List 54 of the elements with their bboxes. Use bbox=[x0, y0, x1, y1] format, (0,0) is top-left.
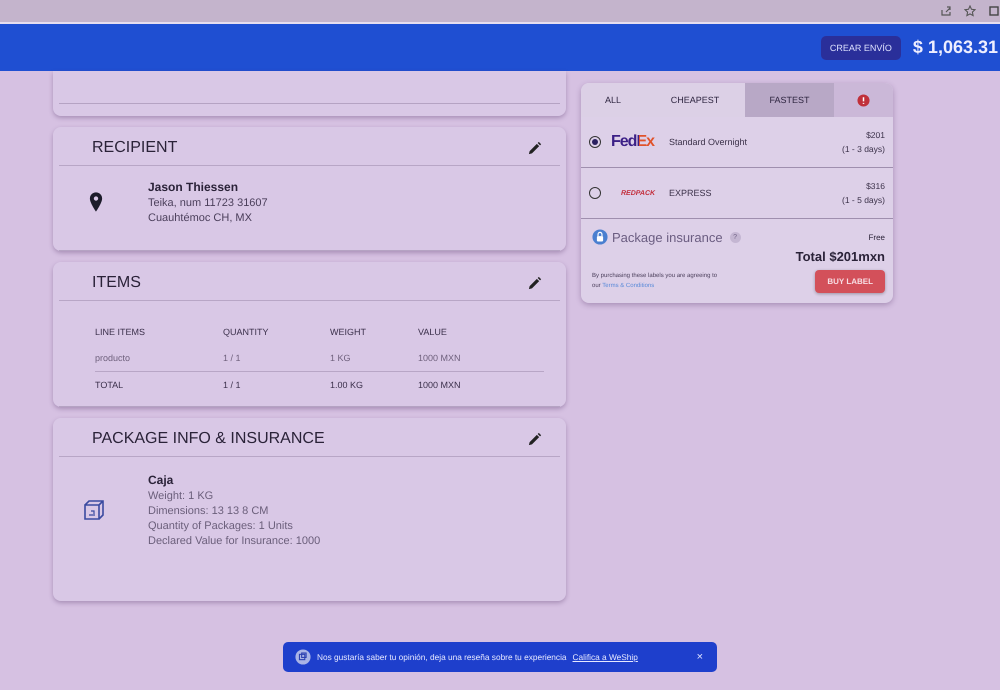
package-detail: Declared Value for Insurance: 1000 bbox=[148, 535, 320, 547]
recipient-name: Jason Thiessen bbox=[148, 180, 240, 194]
toast-message: Nos gustaría saber tu opinión, deja una reseña sobre tu experiencia bbox=[317, 652, 567, 662]
filter-tab[interactable]: FASTEST bbox=[745, 83, 834, 117]
star-icon[interactable] bbox=[964, 5, 976, 17]
chat-icon bbox=[295, 649, 311, 665]
rate-price: $201 bbox=[866, 130, 885, 140]
package-detail: Quantity of Packages: 1 Units bbox=[148, 520, 294, 532]
total-price: Total $201mxn bbox=[796, 249, 885, 264]
table-cell-text: 1 / 1 bbox=[223, 380, 242, 390]
insurance-label: Package insurance bbox=[612, 230, 723, 244]
column-header: LINE ITEMS bbox=[95, 327, 146, 337]
card-title: ITEMS bbox=[92, 274, 141, 292]
filter-tab[interactable]: CHEAPEST bbox=[645, 83, 745, 117]
radio-button[interactable] bbox=[589, 136, 601, 148]
table-cell-text: TOTAL bbox=[95, 380, 124, 390]
radio-button[interactable] bbox=[589, 187, 601, 199]
column-header: QUANTITY bbox=[223, 327, 270, 337]
column-header: VALUE bbox=[418, 327, 448, 337]
service-name: Standard Overnight bbox=[669, 137, 748, 147]
edit-icon[interactable] bbox=[527, 276, 542, 290]
close-button[interactable]: × bbox=[692, 651, 707, 663]
square-icon[interactable] bbox=[988, 5, 1000, 17]
location-pin-icon bbox=[89, 192, 103, 212]
alert-icon[interactable] bbox=[857, 94, 870, 106]
delivery-days: (1 - 5 days) bbox=[842, 195, 885, 205]
package-detail: Weight: 1 KG bbox=[148, 490, 214, 502]
address-line: Cuauhtémoc CH, MX bbox=[148, 212, 253, 224]
edit-icon[interactable] bbox=[527, 432, 542, 446]
table-cell-text: 1 KG bbox=[330, 353, 352, 363]
package-detail: Dimensions: 13 13 8 CM bbox=[148, 505, 270, 517]
delivery-days: (1 - 3 days) bbox=[842, 144, 885, 154]
table-cell-text: 1000 MXN bbox=[418, 353, 462, 363]
share-icon[interactable] bbox=[940, 5, 952, 17]
lock-icon bbox=[592, 229, 608, 245]
column-header: WEIGHT bbox=[330, 327, 367, 337]
address-line: Teika, num 11723 31607 bbox=[148, 197, 268, 209]
service-name: EXPRESS bbox=[669, 188, 713, 198]
table-cell-text: producto bbox=[95, 353, 132, 363]
card-title: RECIPIENT bbox=[92, 139, 178, 157]
table-cell-text: 1.00 KG bbox=[330, 380, 364, 390]
rate-option[interactable]: FedEx Standard Overnight $201 (1 - 3 days) bbox=[581, 117, 893, 168]
create-shipment-button[interactable]: CREAR ENVÍO bbox=[820, 36, 901, 60]
box-icon bbox=[83, 499, 105, 521]
rate-price: $316 bbox=[866, 181, 885, 191]
card-title: PACKAGE INFO & INSURANCE bbox=[92, 430, 325, 448]
filter-tab[interactable]: ALL bbox=[581, 83, 645, 117]
insurance-price: Free bbox=[868, 232, 885, 242]
rate-link[interactable]: Califica a WeShip bbox=[572, 652, 638, 662]
balance: $ 1,063.31 bbox=[912, 37, 998, 58]
package-name: Caja bbox=[148, 473, 174, 487]
table-cell-text: 1 / 1 bbox=[223, 353, 242, 363]
edit-icon[interactable] bbox=[527, 140, 542, 156]
table-cell-text: 1000 MXN bbox=[418, 380, 462, 390]
